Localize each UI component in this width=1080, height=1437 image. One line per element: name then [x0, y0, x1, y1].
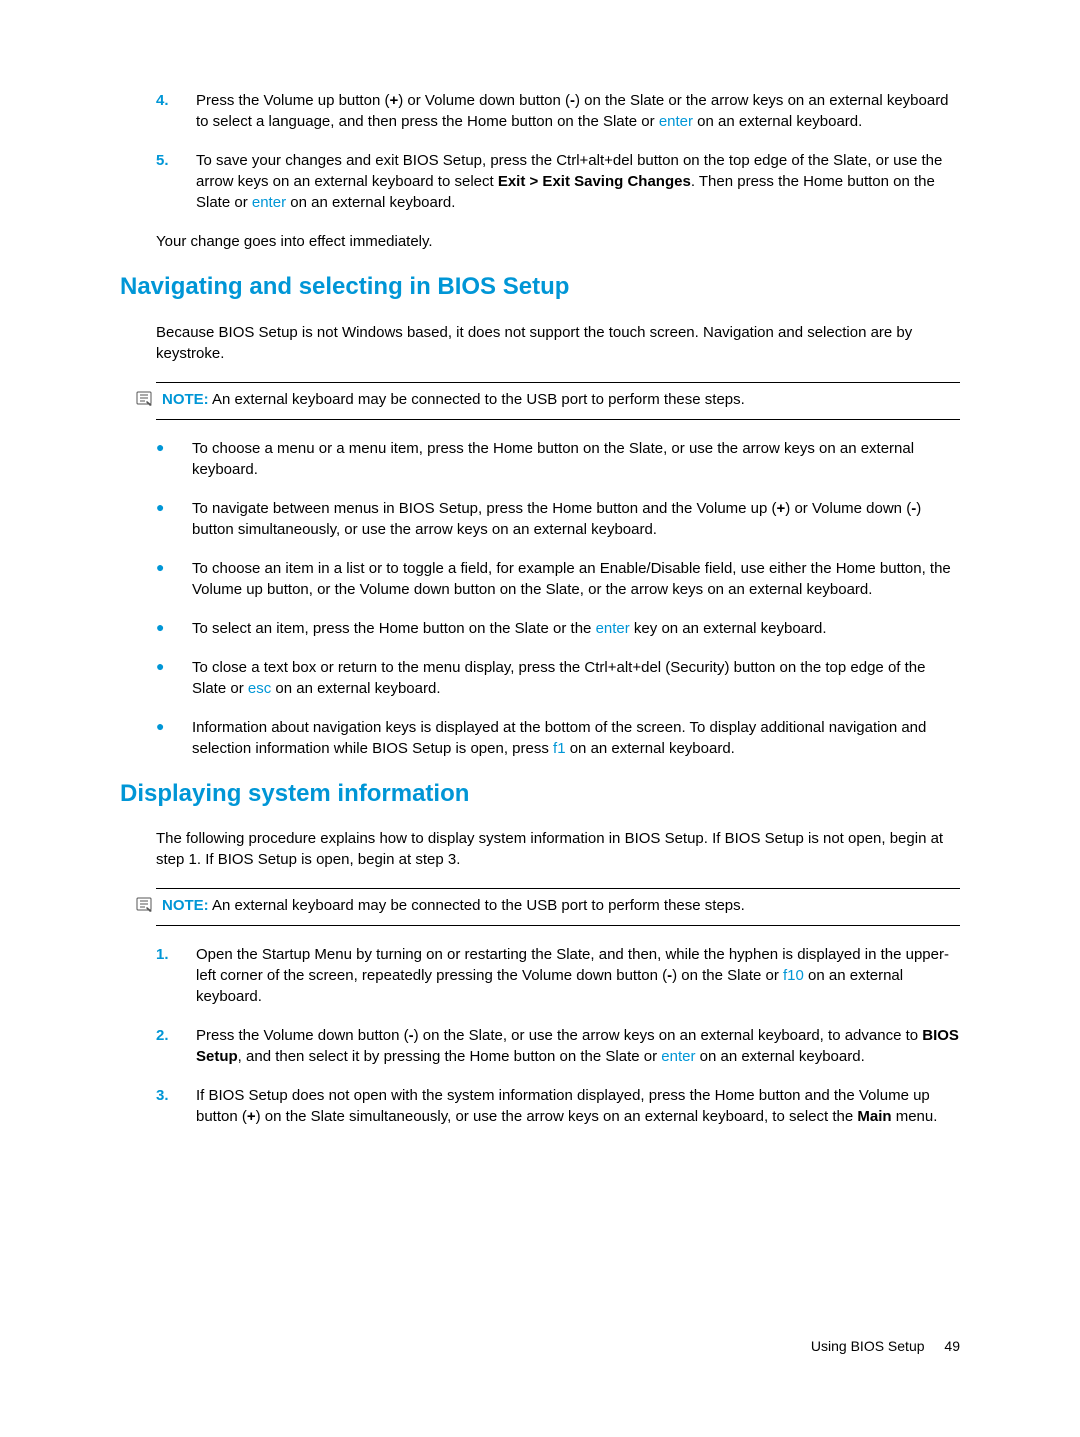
list-item-text: To close a text box or return to the men… — [192, 657, 960, 699]
list-item: ● To navigate between menus in BIOS Setu… — [156, 498, 960, 540]
bullet-icon: ● — [156, 717, 168, 759]
esc-key: esc — [248, 680, 271, 697]
list-item: ● To close a text box or return to the m… — [156, 657, 960, 699]
f10-key: f10 — [783, 967, 804, 984]
note-content: NOTE: An external keyboard may be connec… — [162, 895, 745, 916]
paragraph: Because BIOS Setup is not Windows based,… — [156, 322, 960, 364]
list-item-text: To select an item, press the Home button… — [192, 618, 827, 639]
ol-number: 2. — [156, 1025, 172, 1067]
ol-item-text: Press the Volume down button (-) on the … — [196, 1025, 960, 1067]
note-label: NOTE: — [162, 391, 209, 408]
note-text: An external keyboard may be connected to… — [212, 391, 745, 408]
note-content: NOTE: An external keyboard may be connec… — [162, 389, 745, 410]
paragraph: Your change goes into effect immediately… — [156, 231, 960, 252]
section-heading-navigating: Navigating and selecting in BIOS Setup — [120, 270, 960, 304]
bullet-list: ● To choose a menu or a menu item, press… — [120, 438, 960, 759]
ol-item-1: 1. Open the Startup Menu by turning on o… — [156, 944, 960, 1007]
bullet-icon: ● — [156, 498, 168, 540]
enter-key: enter — [659, 113, 693, 130]
list-item: ● Information about navigation keys is d… — [156, 717, 960, 759]
enter-key: enter — [596, 620, 630, 637]
enter-key: enter — [252, 194, 286, 211]
list-item-text: To navigate between menus in BIOS Setup,… — [192, 498, 960, 540]
list-item-text: Information about navigation keys is dis… — [192, 717, 960, 759]
section-heading-displaying: Displaying system information — [120, 777, 960, 811]
ol-item-text: Open the Startup Menu by turning on or r… — [196, 944, 960, 1007]
ol-number: 1. — [156, 944, 172, 1007]
ol-item-4: 4. Press the Volume up button (+) or Vol… — [156, 90, 960, 132]
ol-item-3: 3. If BIOS Setup does not open with the … — [156, 1085, 960, 1127]
bullet-icon: ● — [156, 618, 168, 639]
ordered-list-top: 4. Press the Volume up button (+) or Vol… — [120, 90, 960, 213]
f1-key: f1 — [553, 740, 566, 757]
ol-item-2: 2. Press the Volume down button (-) on t… — [156, 1025, 960, 1067]
ol-item-text: To save your changes and exit BIOS Setup… — [196, 150, 960, 213]
enter-key: enter — [661, 1048, 695, 1065]
ol-number: 3. — [156, 1085, 172, 1127]
ol-number: 5. — [156, 150, 172, 213]
note-box: NOTE: An external keyboard may be connec… — [156, 888, 960, 926]
ordered-list-section2: 1. Open the Startup Menu by turning on o… — [120, 944, 960, 1127]
footer-text: Using BIOS Setup — [811, 1338, 925, 1354]
ol-item-5: 5. To save your changes and exit BIOS Se… — [156, 150, 960, 213]
note-icon — [136, 391, 154, 413]
list-item-text: To choose an item in a list or to toggle… — [192, 558, 960, 600]
note-icon — [136, 897, 154, 919]
note-label: NOTE: — [162, 897, 209, 914]
bullet-icon: ● — [156, 657, 168, 699]
bullet-icon: ● — [156, 438, 168, 480]
list-item: ● To select an item, press the Home butt… — [156, 618, 960, 639]
list-item: ● To choose a menu or a menu item, press… — [156, 438, 960, 480]
paragraph: The following procedure explains how to … — [156, 828, 960, 870]
page-footer: Using BIOS Setup 49 — [811, 1337, 960, 1357]
ol-item-text: If BIOS Setup does not open with the sys… — [196, 1085, 960, 1127]
list-item: ● To choose an item in a list or to togg… — [156, 558, 960, 600]
note-box: NOTE: An external keyboard may be connec… — [156, 382, 960, 420]
ol-item-text: Press the Volume up button (+) or Volume… — [196, 90, 960, 132]
note-text: An external keyboard may be connected to… — [212, 897, 745, 914]
page-number: 49 — [944, 1338, 960, 1354]
ol-number: 4. — [156, 90, 172, 132]
bullet-icon: ● — [156, 558, 168, 600]
list-item-text: To choose a menu or a menu item, press t… — [192, 438, 960, 480]
